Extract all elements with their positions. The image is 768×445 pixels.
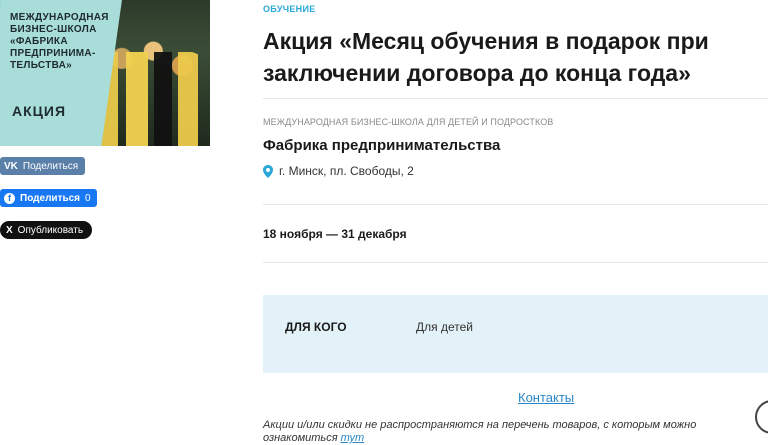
category-link[interactable]: ОБУЧЕНИЕ (263, 4, 316, 14)
address: г. Минск, пл. Свободы, 2 (263, 164, 414, 178)
contacts-link[interactable]: Контакты (518, 390, 574, 405)
divider (263, 98, 768, 99)
vk-icon: VK (4, 160, 18, 172)
info-box: ДЛЯ КОГО Для детей (263, 295, 768, 373)
divider (263, 262, 768, 263)
page-title: Акция «Месяц обучения в подарок при закл… (263, 25, 768, 89)
facebook-icon: f (4, 192, 15, 204)
x-icon: X (6, 224, 13, 236)
disclaimer: Акции и/или скидки не распространяются н… (263, 419, 768, 445)
divider (263, 204, 768, 205)
share-facebook-count: 0 (85, 192, 91, 204)
share-vk-label: Поделиться (22, 160, 79, 172)
promo-text: МЕЖДУНАРОДНАЯ БИЗНЕС-ШКОЛА «ФАБРИКА ПРЕД… (10, 12, 109, 71)
audience-label: ДЛЯ КОГО (285, 320, 347, 334)
promo-badge: АКЦИЯ (12, 103, 67, 119)
page-title-text: Акция «Месяц обучения в подарок при закл… (263, 28, 709, 86)
organization-caption: МЕЖДУНАРОДНАЯ БИЗНЕС-ШКОЛА ДЛЯ ДЕТЕЙ И П… (263, 117, 554, 127)
disclaimer-link[interactable]: тут (341, 432, 365, 444)
share-x-button[interactable]: X Опубликовать (0, 221, 93, 239)
organization-name[interactable]: Фабрика предпринимательства (263, 137, 500, 154)
share-facebook-button[interactable]: f Поделиться 0 (0, 189, 97, 207)
share-x-label: Опубликовать (17, 224, 84, 236)
promo-image[interactable]: МЕЖДУНАРОДНАЯ БИЗНЕС-ШКОЛА «ФАБРИКА ПРЕД… (0, 0, 210, 146)
audience-value: Для детей (416, 320, 473, 334)
share-facebook-label: Поделиться (20, 192, 81, 204)
disclaimer-text: Акции и/или скидки не распространяются н… (263, 419, 697, 444)
share-vk-button[interactable]: VK Поделиться (0, 157, 85, 175)
event-dates: 18 ноября — 31 декабря (263, 227, 407, 241)
location-pin-icon (263, 164, 273, 178)
address-text: г. Минск, пл. Свободы, 2 (279, 164, 414, 178)
